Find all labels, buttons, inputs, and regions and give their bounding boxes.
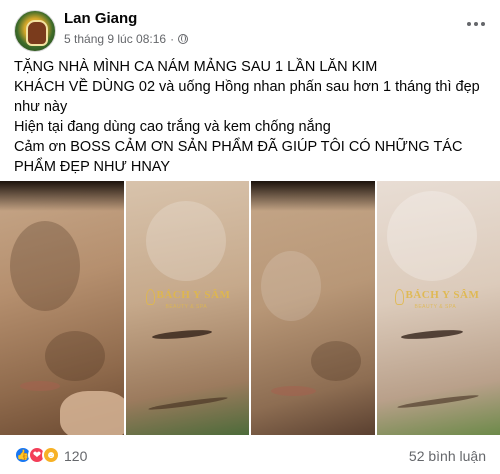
post-timestamp[interactable]: 5 tháng 9 lúc 08:16 [64,32,166,46]
more-options-button[interactable] [462,14,490,34]
lotus-icon [394,289,404,305]
comment-count-link[interactable]: 52 bình luận [409,448,486,464]
post-footer: 👍 ❤ ☻ 120 52 bình luận [0,440,500,474]
post-text: TẶNG NHÀ MÌNH CA NÁM MẢNG SAU 1 LẦN LĂN … [14,57,488,177]
haha-icon: ☻ [42,446,60,464]
photo-before-2[interactable]: BÁCH Y SÂM BEAUTY & SPA [125,181,249,435]
post-line: KHÁCH VỀ DÙNG 02 và uống Hồng nhan phấn … [14,79,480,115]
reaction-icons[interactable]: 👍 ❤ ☻ [14,446,60,464]
reaction-count[interactable]: 120 [64,448,87,464]
watermark-sub: BEAUTY & SPA [414,304,457,310]
post-line: Cảm ơn BOSS CẢM ƠN SẢN PHẨM ĐÃ GIÚP TÔI … [14,139,463,175]
watermark-sub: BEAUTY & SPA [165,304,208,310]
globe-icon[interactable] [178,34,189,44]
post-header: Lan Giang 5 tháng 9 lúc 08:16 · [0,0,500,54]
photo-grid: BÁCH Y SÂM BEAUTY & SPA BÁCH Y SÂM BEAUT… [0,181,500,435]
watermark: BÁCH Y SÂM [405,289,480,301]
post-meta: 5 tháng 9 lúc 08:16 · [64,32,189,46]
lotus-icon [145,289,155,305]
author-name[interactable]: Lan Giang [64,10,137,27]
watermark: BÁCH Y SÂM [156,289,231,301]
post-line: TẶNG NHÀ MÌNH CA NÁM MẢNG SAU 1 LẦN LĂN … [14,59,378,75]
avatar-image [26,20,48,46]
photo-after-1[interactable] [251,181,375,435]
photo-before-1[interactable] [0,181,124,435]
post-line: Hiện tại đang dùng cao trắng và kem chốn… [14,119,331,135]
photo-after-2[interactable]: BÁCH Y SÂM BEAUTY & SPA [376,181,500,435]
more-horizontal-icon [467,22,471,26]
avatar[interactable] [14,10,56,52]
meta-separator: · [170,32,175,46]
